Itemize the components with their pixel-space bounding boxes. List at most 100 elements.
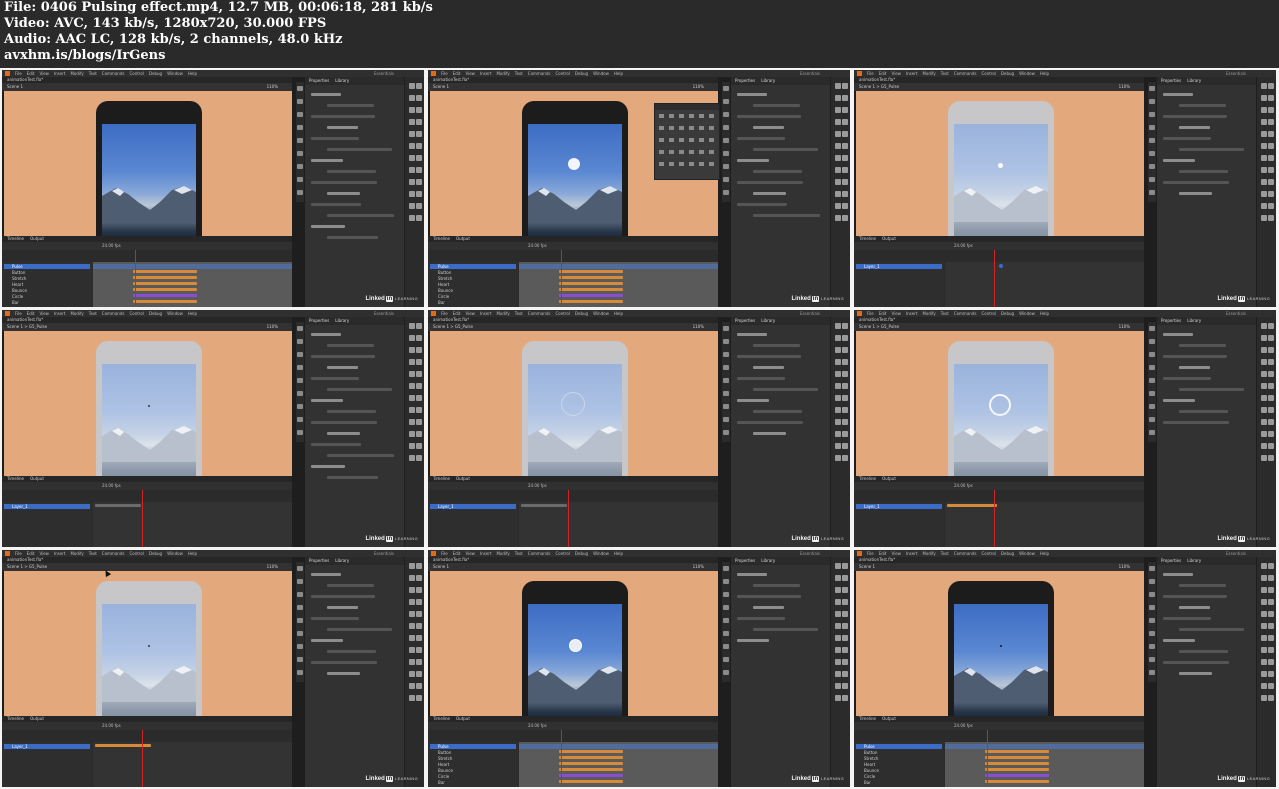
property-row[interactable] — [753, 432, 786, 435]
panel-toggle-icon[interactable] — [723, 99, 729, 104]
drawing-tool-icon[interactable] — [842, 407, 848, 413]
drawing-tool-icon[interactable] — [835, 419, 841, 425]
drawing-tool-icon[interactable] — [1268, 143, 1274, 149]
menu-item-debug[interactable]: Debug — [575, 70, 588, 77]
panel-toggle-icon[interactable] — [1149, 326, 1155, 331]
panel-toggle-icon[interactable] — [723, 618, 729, 623]
drawing-tool-icon[interactable] — [409, 647, 415, 653]
property-row[interactable] — [311, 203, 361, 206]
align-option-icon[interactable] — [679, 126, 684, 130]
align-option-icon[interactable] — [669, 114, 674, 118]
drawing-tool-icon[interactable] — [416, 575, 422, 581]
property-row[interactable] — [311, 595, 375, 598]
drawing-tool-icon[interactable] — [835, 647, 841, 653]
drawing-tool-icon[interactable] — [1261, 359, 1267, 365]
panel-toggle-icon[interactable] — [297, 352, 303, 357]
property-row[interactable] — [737, 137, 785, 140]
drawing-tool-icon[interactable] — [835, 599, 841, 605]
align-option-icon[interactable] — [709, 126, 714, 130]
menu-item-file[interactable]: File — [441, 550, 448, 557]
property-row[interactable] — [311, 333, 341, 336]
layer-row[interactable]: Layer_1 — [4, 504, 90, 509]
drawing-tool-icon[interactable] — [835, 215, 841, 221]
menu-item-debug[interactable]: Debug — [1001, 550, 1014, 557]
panel-toggle-icon[interactable] — [1149, 631, 1155, 636]
panel-toggle-icon[interactable] — [723, 657, 729, 662]
property-row[interactable] — [1163, 115, 1227, 118]
drawing-tool-icon[interactable] — [416, 155, 422, 161]
panel-toggle-icon[interactable] — [1149, 430, 1155, 435]
drawing-tool-icon[interactable] — [1268, 347, 1274, 353]
frame-rate[interactable]: 24.00 fps — [954, 483, 973, 488]
tween-span[interactable] — [559, 282, 623, 285]
drawing-tool-icon[interactable] — [416, 431, 422, 437]
drawing-tool-icon[interactable] — [842, 83, 848, 89]
property-row[interactable] — [327, 584, 374, 587]
panel-toggle-icon[interactable] — [297, 391, 303, 396]
property-row[interactable] — [737, 421, 803, 424]
property-row[interactable] — [753, 388, 818, 391]
drawing-tool-icon[interactable] — [409, 575, 415, 581]
panel-toggle-icon[interactable] — [297, 430, 303, 435]
playhead[interactable] — [561, 250, 562, 307]
drawing-tool-icon[interactable] — [409, 695, 415, 701]
drawing-tool-icon[interactable] — [842, 143, 848, 149]
menu-item-commands[interactable]: Commands — [528, 70, 551, 77]
drawing-tool-icon[interactable] — [1261, 431, 1267, 437]
menu-item-text[interactable]: Text — [941, 550, 949, 557]
property-row[interactable] — [753, 192, 786, 195]
stage-canvas[interactable] — [430, 571, 718, 716]
drawing-tool-icon[interactable] — [416, 695, 422, 701]
drawing-tool-icon[interactable] — [1261, 671, 1267, 677]
drawing-tool-icon[interactable] — [409, 143, 415, 149]
property-row[interactable] — [1179, 344, 1226, 347]
tab-properties[interactable]: Properties — [735, 78, 755, 83]
menu-item-view[interactable]: View — [465, 550, 475, 557]
menu-item-commands[interactable]: Commands — [954, 550, 977, 557]
menu-item-insert[interactable]: Insert — [480, 70, 491, 77]
tab-properties[interactable]: Properties — [735, 558, 755, 563]
align-option-icon[interactable] — [709, 138, 714, 142]
drawing-tool-icon[interactable] — [1261, 611, 1267, 617]
property-row[interactable] — [737, 573, 767, 576]
layer-row[interactable]: Layer_1 — [856, 504, 942, 509]
pulse-dot[interactable] — [998, 163, 1003, 168]
panel-toggle-icon[interactable] — [723, 151, 729, 156]
drawing-tool-icon[interactable] — [409, 587, 415, 593]
layer-row[interactable]: Button — [430, 750, 516, 755]
pulse-dot[interactable] — [568, 158, 580, 170]
drawing-tool-icon[interactable] — [416, 611, 422, 617]
drawing-tool-icon[interactable] — [1261, 347, 1267, 353]
menu-item-file[interactable]: File — [441, 70, 448, 77]
property-row[interactable] — [1163, 421, 1229, 424]
align-option-icon[interactable] — [689, 162, 694, 166]
stage-canvas[interactable] — [856, 91, 1144, 236]
drawing-tool-icon[interactable] — [1261, 179, 1267, 185]
drawing-tool-icon[interactable] — [1261, 83, 1267, 89]
tab-output[interactable]: Output — [30, 476, 44, 481]
drawing-tool-icon[interactable] — [835, 395, 841, 401]
workspace-switcher[interactable]: Essentials — [1226, 550, 1246, 557]
drawing-tool-icon[interactable] — [409, 191, 415, 197]
menu-item-debug[interactable]: Debug — [149, 310, 162, 317]
menu-item-debug[interactable]: Debug — [1001, 310, 1014, 317]
tab-properties[interactable]: Properties — [1161, 318, 1181, 323]
tab-properties[interactable]: Properties — [309, 558, 329, 563]
drawing-tool-icon[interactable] — [409, 107, 415, 113]
playhead[interactable] — [142, 490, 143, 547]
menu-item-window[interactable]: Window — [1019, 70, 1035, 77]
frame-rate[interactable]: 24.00 fps — [102, 723, 121, 728]
frame-rate[interactable]: 24.00 fps — [102, 483, 121, 488]
property-row[interactable] — [1179, 192, 1212, 195]
menu-item-file[interactable]: File — [867, 70, 874, 77]
menu-item-file[interactable]: File — [867, 550, 874, 557]
drawing-tool-icon[interactable] — [1261, 659, 1267, 665]
drawing-tool-icon[interactable] — [416, 347, 422, 353]
menu-item-text[interactable]: Text — [515, 70, 523, 77]
drawing-tool-icon[interactable] — [1268, 635, 1274, 641]
property-row[interactable] — [753, 366, 784, 369]
layer-row[interactable]: Button — [430, 270, 516, 275]
panel-toggle-icon[interactable] — [1149, 618, 1155, 623]
drawing-tool-icon[interactable] — [1268, 647, 1274, 653]
drawing-tool-icon[interactable] — [416, 587, 422, 593]
